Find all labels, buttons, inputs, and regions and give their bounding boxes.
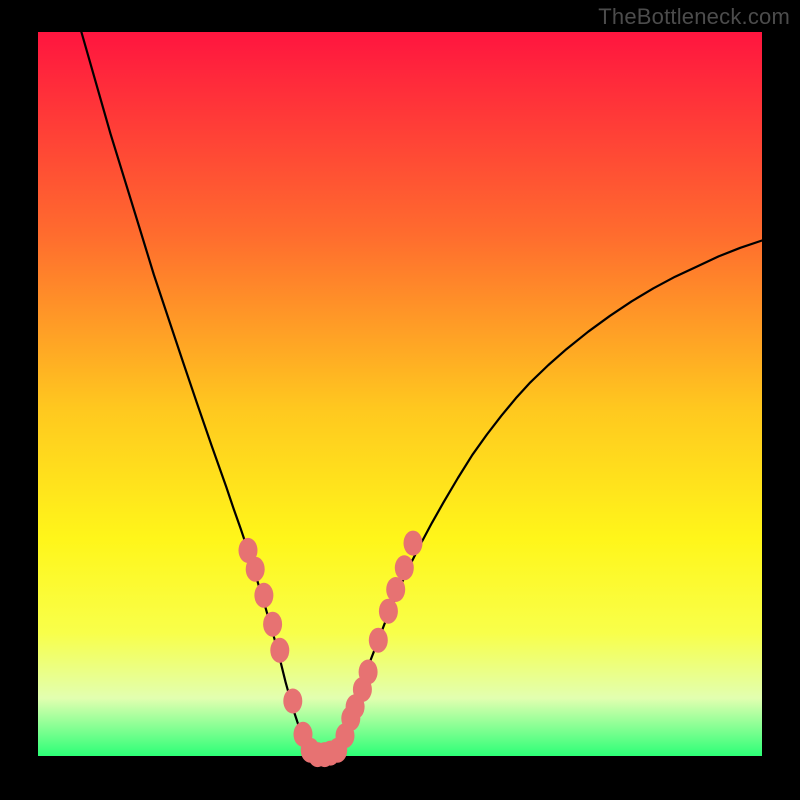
gradient-panel xyxy=(38,32,762,756)
data-marker xyxy=(283,689,302,714)
chart-stage: TheBottleneck.com xyxy=(0,0,800,800)
data-marker xyxy=(386,577,405,602)
data-marker xyxy=(246,557,265,582)
data-marker xyxy=(359,660,378,685)
data-marker xyxy=(254,583,273,608)
data-marker xyxy=(270,638,289,663)
bottleneck-chart xyxy=(0,0,800,800)
watermark-label: TheBottleneck.com xyxy=(598,4,790,30)
data-marker xyxy=(379,599,398,624)
data-marker xyxy=(263,612,282,637)
data-marker xyxy=(369,628,388,653)
data-marker xyxy=(404,531,423,556)
data-marker xyxy=(395,555,414,580)
